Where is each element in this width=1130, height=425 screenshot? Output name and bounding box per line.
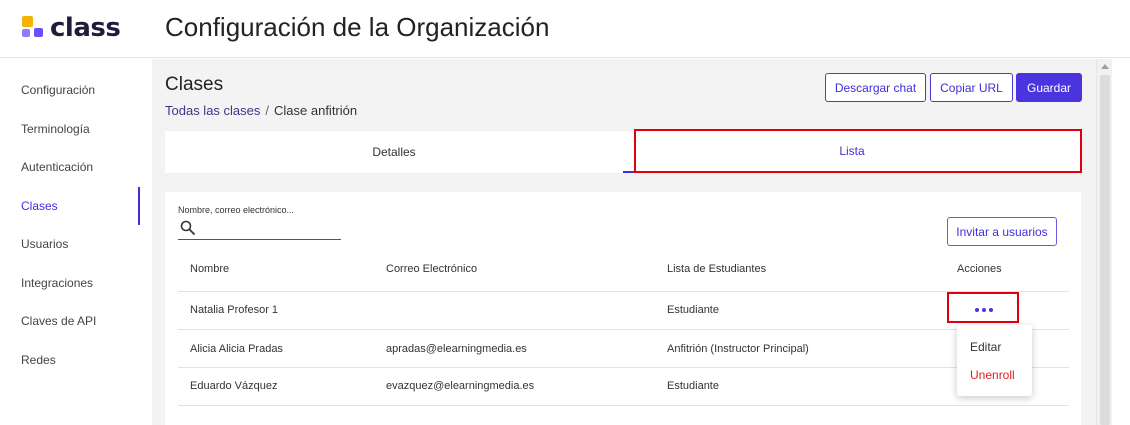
section-title: Clases	[165, 74, 224, 95]
actions-menu: Editar Unenroll	[957, 325, 1032, 396]
column-header-email: Correo Electrónico	[386, 263, 478, 275]
download-chat-button[interactable]: Descargar chat	[825, 73, 926, 102]
sidebar-item-integraciones[interactable]: Integraciones	[0, 264, 140, 302]
menu-item-unenroll[interactable]: Unenroll	[970, 368, 1015, 382]
logo[interactable]: class	[22, 13, 121, 43]
logo-icon	[22, 16, 46, 40]
table-divider	[178, 291, 1069, 292]
table-divider	[178, 405, 1069, 406]
tab-bar: Detalles Lista	[165, 131, 1081, 173]
save-button[interactable]: Guardar	[1016, 73, 1082, 102]
sidebar: Configuración Terminología Autenticación…	[0, 59, 152, 425]
sidebar-item-terminologia[interactable]: Terminología	[0, 110, 140, 148]
sidebar-item-clases[interactable]: Clases	[0, 187, 140, 225]
row-1-role: Estudiante	[667, 304, 719, 316]
invite-users-button[interactable]: Invitar a usuarios	[947, 217, 1057, 246]
row-2-email: apradas@elearningmedia.es	[386, 343, 527, 355]
row-3-name: Eduardo Vázquez	[190, 380, 278, 392]
top-bar: class Configuración de la Organización	[0, 0, 1130, 58]
vertical-scrollbar[interactable]	[1096, 59, 1112, 425]
tab-lista[interactable]: Lista	[623, 131, 1081, 173]
sidebar-item-redes[interactable]: Redes	[0, 341, 140, 379]
search-input[interactable]	[200, 219, 338, 239]
scrollbar-thumb[interactable]	[1100, 75, 1110, 425]
row-2-role: Anfitrión (Instructor Principal)	[667, 343, 809, 355]
row-1-name: Natalia Profesor 1	[190, 304, 279, 316]
breadcrumb-current: Clase anfitrión	[274, 103, 358, 118]
search-icon	[180, 220, 195, 235]
row-3-role: Estudiante	[667, 380, 719, 392]
page-title: Configuración de la Organización	[165, 12, 550, 42]
sidebar-item-usuarios[interactable]: Usuarios	[0, 225, 140, 263]
table-divider	[178, 329, 1069, 330]
logo-text: class	[50, 13, 121, 43]
sidebar-item-configuracion[interactable]: Configuración	[0, 71, 140, 109]
menu-item-edit[interactable]: Editar	[970, 340, 1001, 354]
sidebar-item-claves-api[interactable]: Claves de API	[0, 302, 140, 340]
table-divider	[178, 367, 1069, 368]
sidebar-item-autenticacion[interactable]: Autenticación	[0, 148, 140, 186]
column-header-roster: Lista de Estudiantes	[667, 263, 767, 275]
more-horizontal-icon[interactable]	[975, 306, 993, 314]
search-field[interactable]	[178, 219, 341, 240]
copy-url-button[interactable]: Copiar URL	[930, 73, 1013, 102]
tab-detalles[interactable]: Detalles	[165, 131, 623, 173]
breadcrumb: Todas las clases / Clase anfitrión	[165, 103, 357, 118]
row-3-email: evazquez@elearningmedia.es	[386, 380, 535, 392]
column-header-actions: Acciones	[957, 263, 1002, 275]
scroll-up-arrow-icon[interactable]	[1101, 64, 1109, 69]
column-header-name: Nombre	[190, 263, 230, 275]
breadcrumb-separator: /	[265, 103, 270, 118]
row-2-name: Alicia Alicia Pradas	[190, 343, 283, 355]
search-label: Nombre, correo electrónico...	[178, 205, 295, 215]
breadcrumb-parent-link[interactable]: Todas las clases	[165, 103, 260, 118]
